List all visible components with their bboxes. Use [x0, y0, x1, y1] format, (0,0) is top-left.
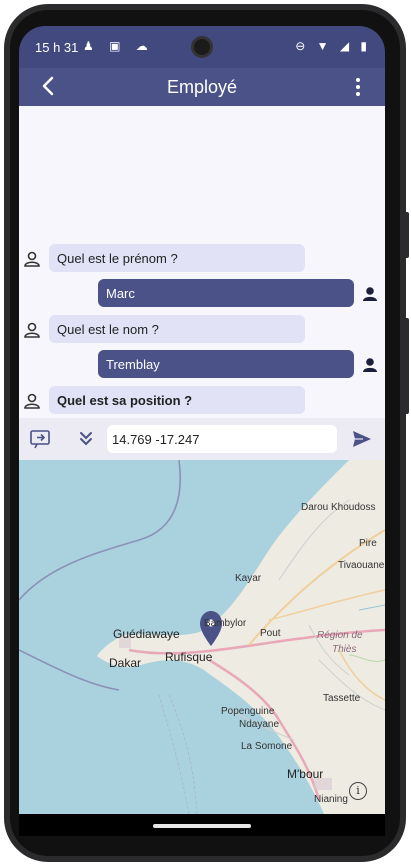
message-bubble-question: Quel est le nom ?	[49, 315, 305, 343]
home-gesture-pill[interactable]	[153, 824, 251, 828]
message-bubble-answer: Tremblay	[98, 350, 354, 378]
message-bubble-answer: Marc	[98, 279, 354, 307]
map-label: Darou Khoudoss	[301, 502, 376, 513]
message-row: Marc	[19, 279, 385, 307]
notification-icons: ♟ ▣ ☁	[83, 39, 154, 53]
page-title: Employé	[166, 77, 238, 97]
status-time: 15 h 31	[35, 40, 79, 55]
chevron-double-down-icon[interactable]	[77, 429, 95, 449]
map-label: Dakar	[109, 656, 142, 670]
user-avatar-icon	[363, 287, 377, 301]
map-label: Bambylor	[204, 618, 247, 629]
map-label: M'bour	[287, 767, 324, 781]
map-label: Nianing	[314, 794, 348, 805]
navigation-bar	[19, 814, 385, 836]
map-label: Guédiawaye	[113, 627, 180, 641]
status-bar: 15 h 31 ♟ ▣ ☁ ⊖ ▼ ◢ ▮	[19, 26, 385, 68]
app-bar: Employé	[19, 68, 385, 106]
position-input[interactable]	[107, 425, 337, 453]
message-bubble-question: Quel est le prénom ?	[49, 244, 305, 272]
send-icon[interactable]	[351, 428, 373, 450]
phone-screen: 15 h 31 ♟ ▣ ☁ ⊖ ▼ ◢ ▮ Employé Quel est l…	[19, 26, 385, 836]
map-label: Ndayane	[239, 719, 280, 730]
bot-avatar-icon	[24, 322, 40, 338]
message-row: Quel est le nom ?	[19, 315, 385, 343]
message-row: Tremblay	[19, 350, 385, 378]
power-button	[404, 318, 409, 414]
camera-cutout	[191, 36, 213, 58]
map-label: La Somone	[241, 741, 293, 752]
map-label: Popenguine	[221, 706, 275, 717]
chat-area: Quel est le prénom ? Marc Quel est le no…	[19, 106, 385, 418]
message-row: Quel est le prénom ?	[19, 244, 385, 272]
user-avatar-icon	[363, 358, 377, 372]
system-icons: ⊖ ▼ ◢ ▮	[295, 39, 371, 53]
input-mode-icon[interactable]	[29, 428, 51, 450]
volume-button	[404, 212, 409, 258]
map-label: Kayar	[235, 573, 262, 584]
message-bubble-question-current: Quel est sa position ?	[49, 386, 305, 414]
info-icon[interactable]: i	[349, 782, 367, 800]
map-label: Tassette	[323, 693, 361, 704]
bot-avatar-icon	[24, 251, 40, 267]
map-label: Rufisque	[165, 650, 213, 664]
message-row: Quel est sa position ?	[19, 386, 385, 414]
input-bar	[19, 418, 385, 460]
map-label: Tivaouane	[338, 560, 385, 571]
more-options-icon[interactable]	[355, 78, 361, 96]
map-label: Région de	[317, 630, 363, 641]
bot-avatar-icon	[24, 393, 40, 409]
map-label: Pout	[260, 628, 281, 639]
map-label: Thiès	[332, 644, 357, 655]
map-view[interactable]: Darou Khoudoss Pire Tivaouane Kayar Bamb…	[19, 460, 385, 814]
map-label: Pire	[359, 538, 377, 549]
